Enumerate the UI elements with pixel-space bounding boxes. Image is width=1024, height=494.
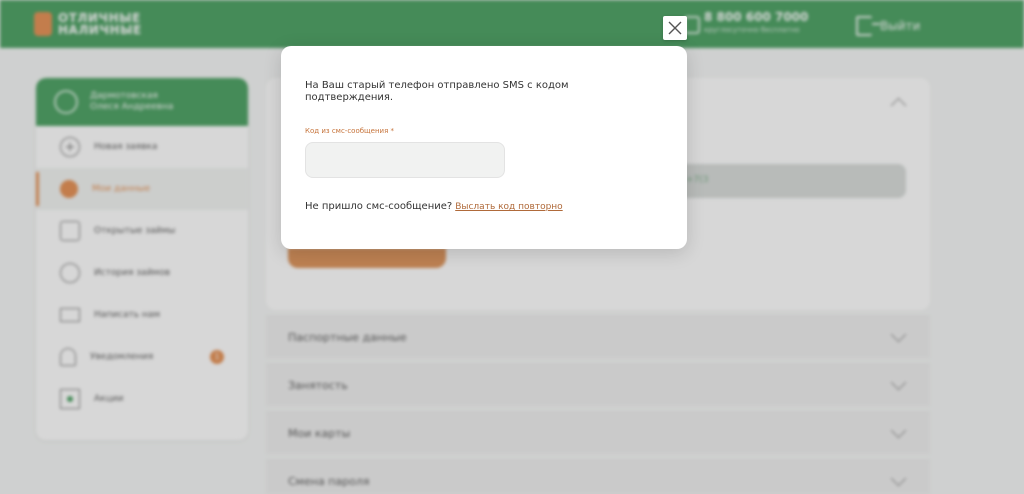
sms-confirm-modal: На Ваш старый телефон отправлено SMS с к…	[281, 46, 687, 249]
resend-row: Не пришло смс-сообщение? Выслать код повт…	[305, 201, 563, 212]
sms-code-input[interactable]	[305, 142, 505, 178]
resend-text: Не пришло смс-сообщение?	[305, 201, 453, 212]
close-icon	[668, 21, 682, 35]
code-label: Код из смс-сообщения *	[305, 127, 395, 135]
resend-code-link[interactable]: Выслать код повторно	[455, 202, 562, 212]
modal-message: На Ваш старый телефон отправлено SMS с к…	[305, 80, 569, 103]
close-modal-button[interactable]	[663, 16, 687, 40]
